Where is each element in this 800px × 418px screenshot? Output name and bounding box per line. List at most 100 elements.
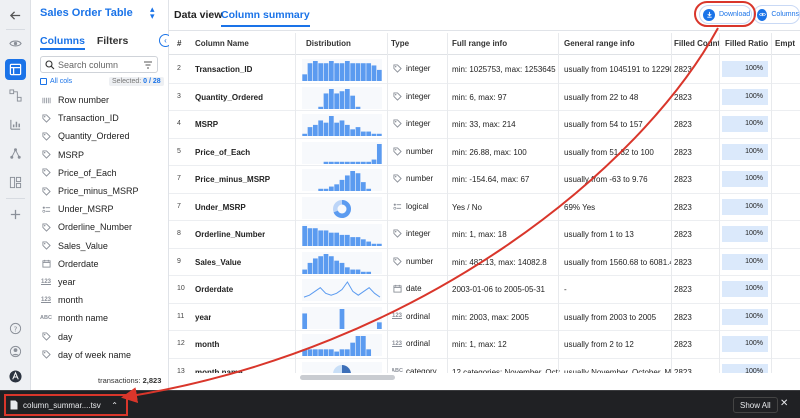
column-name-cell[interactable]: Transaction_ID <box>195 65 252 74</box>
distribution-bar <box>328 255 334 274</box>
table-header-cell[interactable]: General range info <box>564 39 635 48</box>
table-header-cell[interactable]: Filled Ratio <box>725 39 768 48</box>
chevron-up-icon[interactable]: ⌃ <box>111 401 118 410</box>
filled-count-cell: 2823 <box>674 147 692 157</box>
help-icon[interactable]: ? <box>5 318 26 339</box>
table-row[interactable]: 8 Orderline_Number integer min: 1, max: 18 u… <box>169 221 800 249</box>
table-title[interactable]: Sales Order Table <box>40 7 133 19</box>
close-icon[interactable]: ✕ <box>780 397 788 411</box>
table-row[interactable]: 4 MSRP integer min: 33, max: 214 usually fro… <box>169 111 800 139</box>
distribution-bar <box>366 349 372 356</box>
chart-icon[interactable] <box>5 114 26 135</box>
full-range-cell: min: 6, max: 97 <box>452 92 507 102</box>
tab-columns[interactable]: Columns <box>40 35 85 50</box>
user-icon[interactable] <box>5 341 26 362</box>
brand-logo-icon[interactable] <box>5 366 26 387</box>
column-name-cell[interactable]: month name <box>195 368 243 374</box>
distribution-bar <box>355 127 361 136</box>
flow-icon[interactable] <box>5 85 26 106</box>
table-header-cell[interactable]: Distribution <box>306 39 351 48</box>
table-row[interactable]: 5 Price_of_Each number min: 26.88, max: 100… <box>169 139 800 166</box>
all-cols-checkbox[interactable] <box>40 78 47 85</box>
distribution-bar <box>350 171 356 191</box>
table-row[interactable]: 12 month 123 ordinal min: 1, max: 12 usually … <box>169 331 800 359</box>
column-list-item[interactable]: Orderdate <box>40 255 165 273</box>
distribution-bar <box>334 161 340 164</box>
table-row[interactable]: 7 Under_MSRP logical Yes / No 69% Yes 2823 100… <box>169 194 800 221</box>
filter-icon[interactable] <box>143 60 153 70</box>
column-list-item[interactable]: Row number <box>40 91 165 109</box>
column-list-item[interactable]: Orderline_Number <box>40 218 165 236</box>
column-summary-table: # Column Name Distribution Type Full range i… <box>169 33 800 373</box>
distribution-bar <box>312 61 318 81</box>
full-range-cell: 2003-01-06 to 2005-05-31 <box>452 285 545 294</box>
column-list-item[interactable]: 123 year <box>40 273 165 291</box>
distribution-bar <box>360 161 366 164</box>
table-header-cell[interactable]: Filled Count <box>674 39 720 48</box>
filled-ratio-cell: 100% <box>722 253 768 270</box>
column-list-item[interactable]: Price_of_Each <box>40 164 165 182</box>
filled-ratio-cell: 100% <box>722 336 768 352</box>
column-name-cell[interactable]: MSRP <box>195 120 218 129</box>
distribution-bar <box>323 161 329 164</box>
column-list-item[interactable]: day of week name <box>40 346 165 364</box>
column-list-item[interactable]: MSRP <box>40 146 165 164</box>
dashboard-icon[interactable] <box>5 172 26 193</box>
table-header-cell[interactable]: Full range info <box>452 39 507 48</box>
tab-data-view[interactable]: Data view <box>174 9 222 21</box>
column-list-item[interactable]: Quantity_Ordered <box>40 127 165 145</box>
all-cols-toggle[interactable]: All cols <box>40 78 72 85</box>
column-list-item[interactable]: day <box>40 327 165 345</box>
table-header-cell[interactable]: Type <box>391 39 409 48</box>
table-header-cell[interactable]: Empt <box>775 39 795 48</box>
full-range-cell: min: -154.64, max: 67 <box>452 175 530 184</box>
column-list-item[interactable]: Sales_Value <box>40 237 165 255</box>
downloaded-file-item[interactable]: column_summar....tsv ⌃ <box>4 394 128 416</box>
column-name-cell[interactable]: Sales_Value <box>195 258 241 267</box>
columns-button[interactable]: Columns <box>753 5 800 24</box>
column-name-cell[interactable]: month <box>195 340 219 349</box>
column-name-cell[interactable]: Orderdate <box>195 285 233 294</box>
tab-filters[interactable]: Filters <box>97 35 129 47</box>
column-name-cell[interactable]: Under_MSRP <box>195 203 246 212</box>
type-cell: number <box>392 174 447 183</box>
filled-count-cell: 2823 <box>674 230 692 239</box>
ordinal-icon: 123 <box>40 297 52 303</box>
type-cell: 123 ordinal <box>392 339 447 348</box>
distribution-bar <box>366 241 372 246</box>
network-icon[interactable] <box>5 143 26 164</box>
column-name-cell[interactable]: Price_minus_MSRP <box>195 175 270 184</box>
table-header-cell[interactable]: # <box>177 39 181 48</box>
search-input[interactable] <box>58 58 138 71</box>
column-list-item-label: day of week name <box>58 349 132 360</box>
column-list-item[interactable]: 123 month <box>40 291 165 309</box>
column-name-cell[interactable]: Orderline_Number <box>195 230 265 239</box>
table-row[interactable]: 3 Quantity_Ordered integer min: 6, max: 97 u… <box>169 84 800 111</box>
column-list-item[interactable]: Under_MSRP <box>40 200 165 218</box>
table-header-cell[interactable]: Column Name <box>195 39 249 48</box>
column-name-cell[interactable]: Price_of_Each <box>195 148 250 157</box>
eye-icon[interactable] <box>5 33 26 54</box>
back-arrow-icon[interactable] <box>5 5 26 26</box>
column-list-item[interactable]: ABC month name <box>40 309 165 327</box>
type-cell: integer <box>392 229 447 238</box>
horizontal-scrollbar[interactable] <box>300 375 395 380</box>
table-row[interactable]: 10 Orderdate date 2003-01-06 to 2005-05-31 -… <box>169 276 800 304</box>
table-row[interactable]: 2 Transaction_ID integer min: 1025753, max:… <box>169 56 800 84</box>
distribution-bar <box>350 237 356 246</box>
add-icon[interactable] <box>5 204 26 225</box>
distribution-line <box>303 281 381 298</box>
tab-column-summary[interactable]: Column summary <box>221 9 310 27</box>
table-row[interactable]: 11 year 123 ordinal min: 2003, max: 2005 usua… <box>169 304 800 331</box>
column-name-cell[interactable]: year <box>195 313 211 322</box>
table-row[interactable]: 9 Sales_Value number min: 482.13, max: 1408… <box>169 249 800 276</box>
distribution-bar <box>355 161 361 164</box>
table-row[interactable]: 7 Price_minus_MSRP number min: -154.64, max… <box>169 166 800 194</box>
column-name-cell[interactable]: Quantity_Ordered <box>195 93 263 102</box>
table-switcher-caret-icon[interactable]: ▴ ▾ <box>150 5 155 21</box>
column-list-item[interactable]: Price_minus_MSRP <box>40 182 165 200</box>
column-list-item[interactable]: Transaction_ID <box>40 109 165 127</box>
table-view-icon[interactable] <box>5 59 26 80</box>
show-all-button[interactable]: Show All <box>733 397 778 413</box>
table-row[interactable]: 13 month name ABC category 12 categories: No… <box>169 359 800 374</box>
